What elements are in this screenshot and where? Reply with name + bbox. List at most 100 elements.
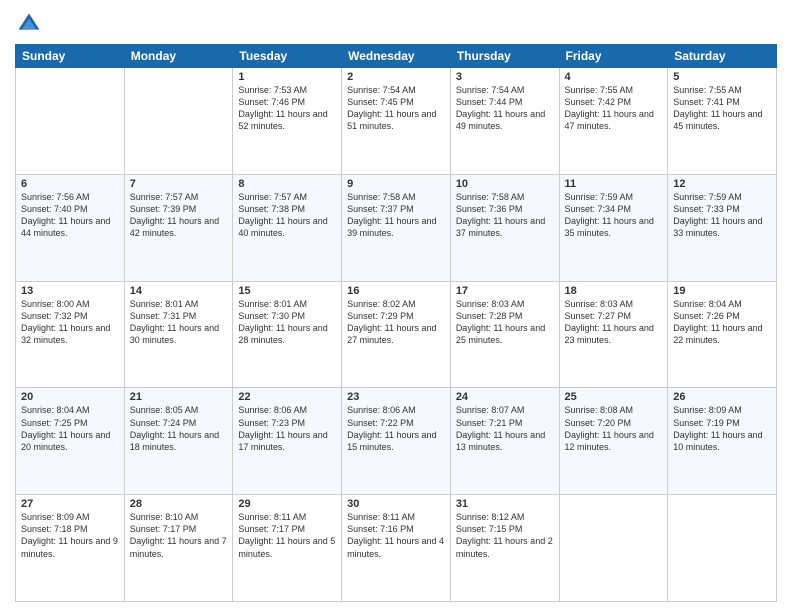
cell-content: Sunrise: 8:01 AM Sunset: 7:31 PM Dayligh… [130, 298, 228, 347]
day-number: 26 [673, 391, 771, 403]
cell-content: Sunrise: 8:06 AM Sunset: 7:23 PM Dayligh… [238, 404, 336, 453]
day-number: 16 [347, 285, 445, 297]
day-number: 7 [130, 178, 228, 190]
calendar-cell [668, 495, 777, 602]
calendar-cell: 29Sunrise: 8:11 AM Sunset: 7:17 PM Dayli… [233, 495, 342, 602]
cell-content: Sunrise: 8:09 AM Sunset: 7:18 PM Dayligh… [21, 511, 119, 560]
calendar-cell: 17Sunrise: 8:03 AM Sunset: 7:28 PM Dayli… [450, 281, 559, 388]
calendar-cell: 19Sunrise: 8:04 AM Sunset: 7:26 PM Dayli… [668, 281, 777, 388]
day-number: 23 [347, 391, 445, 403]
calendar-cell: 31Sunrise: 8:12 AM Sunset: 7:15 PM Dayli… [450, 495, 559, 602]
calendar-cell: 20Sunrise: 8:04 AM Sunset: 7:25 PM Dayli… [16, 388, 125, 495]
day-number: 29 [238, 498, 336, 510]
calendar-cell: 13Sunrise: 8:00 AM Sunset: 7:32 PM Dayli… [16, 281, 125, 388]
day-number: 21 [130, 391, 228, 403]
day-number: 19 [673, 285, 771, 297]
calendar-cell: 21Sunrise: 8:05 AM Sunset: 7:24 PM Dayli… [124, 388, 233, 495]
calendar-week-row: 1Sunrise: 7:53 AM Sunset: 7:46 PM Daylig… [16, 68, 777, 175]
day-number: 30 [347, 498, 445, 510]
day-number: 11 [565, 178, 663, 190]
cell-content: Sunrise: 7:55 AM Sunset: 7:42 PM Dayligh… [565, 84, 663, 133]
cell-content: Sunrise: 8:06 AM Sunset: 7:22 PM Dayligh… [347, 404, 445, 453]
cell-content: Sunrise: 8:09 AM Sunset: 7:19 PM Dayligh… [673, 404, 771, 453]
calendar-week-row: 20Sunrise: 8:04 AM Sunset: 7:25 PM Dayli… [16, 388, 777, 495]
calendar-week-row: 13Sunrise: 8:00 AM Sunset: 7:32 PM Dayli… [16, 281, 777, 388]
cell-content: Sunrise: 7:54 AM Sunset: 7:45 PM Dayligh… [347, 84, 445, 133]
day-number: 10 [456, 178, 554, 190]
calendar-cell: 9Sunrise: 7:58 AM Sunset: 7:37 PM Daylig… [342, 174, 451, 281]
calendar-cell: 2Sunrise: 7:54 AM Sunset: 7:45 PM Daylig… [342, 68, 451, 175]
day-number: 8 [238, 178, 336, 190]
calendar-cell: 7Sunrise: 7:57 AM Sunset: 7:39 PM Daylig… [124, 174, 233, 281]
day-number: 14 [130, 285, 228, 297]
cell-content: Sunrise: 8:11 AM Sunset: 7:16 PM Dayligh… [347, 511, 445, 560]
day-number: 28 [130, 498, 228, 510]
calendar-cell: 3Sunrise: 7:54 AM Sunset: 7:44 PM Daylig… [450, 68, 559, 175]
calendar-cell: 23Sunrise: 8:06 AM Sunset: 7:22 PM Dayli… [342, 388, 451, 495]
calendar-header-row: SundayMondayTuesdayWednesdayThursdayFrid… [16, 45, 777, 68]
cell-content: Sunrise: 8:03 AM Sunset: 7:28 PM Dayligh… [456, 298, 554, 347]
calendar-cell: 28Sunrise: 8:10 AM Sunset: 7:17 PM Dayli… [124, 495, 233, 602]
cell-content: Sunrise: 8:07 AM Sunset: 7:21 PM Dayligh… [456, 404, 554, 453]
weekday-header: Wednesday [342, 45, 451, 68]
cell-content: Sunrise: 8:12 AM Sunset: 7:15 PM Dayligh… [456, 511, 554, 560]
day-number: 27 [21, 498, 119, 510]
cell-content: Sunrise: 8:01 AM Sunset: 7:30 PM Dayligh… [238, 298, 336, 347]
calendar-cell: 26Sunrise: 8:09 AM Sunset: 7:19 PM Dayli… [668, 388, 777, 495]
page: SundayMondayTuesdayWednesdayThursdayFrid… [0, 0, 792, 612]
cell-content: Sunrise: 8:00 AM Sunset: 7:32 PM Dayligh… [21, 298, 119, 347]
calendar-cell [124, 68, 233, 175]
day-number: 6 [21, 178, 119, 190]
calendar-cell: 5Sunrise: 7:55 AM Sunset: 7:41 PM Daylig… [668, 68, 777, 175]
weekday-header: Thursday [450, 45, 559, 68]
calendar-cell [559, 495, 668, 602]
calendar-cell: 4Sunrise: 7:55 AM Sunset: 7:42 PM Daylig… [559, 68, 668, 175]
day-number: 17 [456, 285, 554, 297]
cell-content: Sunrise: 8:03 AM Sunset: 7:27 PM Dayligh… [565, 298, 663, 347]
calendar-cell: 11Sunrise: 7:59 AM Sunset: 7:34 PM Dayli… [559, 174, 668, 281]
day-number: 20 [21, 391, 119, 403]
day-number: 2 [347, 71, 445, 83]
calendar-cell: 22Sunrise: 8:06 AM Sunset: 7:23 PM Dayli… [233, 388, 342, 495]
calendar-cell: 16Sunrise: 8:02 AM Sunset: 7:29 PM Dayli… [342, 281, 451, 388]
day-number: 25 [565, 391, 663, 403]
cell-content: Sunrise: 8:08 AM Sunset: 7:20 PM Dayligh… [565, 404, 663, 453]
calendar-cell: 1Sunrise: 7:53 AM Sunset: 7:46 PM Daylig… [233, 68, 342, 175]
cell-content: Sunrise: 8:11 AM Sunset: 7:17 PM Dayligh… [238, 511, 336, 560]
cell-content: Sunrise: 7:56 AM Sunset: 7:40 PM Dayligh… [21, 191, 119, 240]
logo [15, 10, 45, 38]
calendar-cell: 8Sunrise: 7:57 AM Sunset: 7:38 PM Daylig… [233, 174, 342, 281]
calendar-week-row: 6Sunrise: 7:56 AM Sunset: 7:40 PM Daylig… [16, 174, 777, 281]
calendar-cell: 25Sunrise: 8:08 AM Sunset: 7:20 PM Dayli… [559, 388, 668, 495]
day-number: 13 [21, 285, 119, 297]
calendar-cell: 6Sunrise: 7:56 AM Sunset: 7:40 PM Daylig… [16, 174, 125, 281]
day-number: 31 [456, 498, 554, 510]
cell-content: Sunrise: 8:02 AM Sunset: 7:29 PM Dayligh… [347, 298, 445, 347]
cell-content: Sunrise: 8:04 AM Sunset: 7:25 PM Dayligh… [21, 404, 119, 453]
cell-content: Sunrise: 7:54 AM Sunset: 7:44 PM Dayligh… [456, 84, 554, 133]
weekday-header: Tuesday [233, 45, 342, 68]
weekday-header: Sunday [16, 45, 125, 68]
cell-content: Sunrise: 7:53 AM Sunset: 7:46 PM Dayligh… [238, 84, 336, 133]
calendar-cell: 18Sunrise: 8:03 AM Sunset: 7:27 PM Dayli… [559, 281, 668, 388]
cell-content: Sunrise: 8:05 AM Sunset: 7:24 PM Dayligh… [130, 404, 228, 453]
weekday-header: Saturday [668, 45, 777, 68]
cell-content: Sunrise: 7:57 AM Sunset: 7:39 PM Dayligh… [130, 191, 228, 240]
calendar-cell: 10Sunrise: 7:58 AM Sunset: 7:36 PM Dayli… [450, 174, 559, 281]
cell-content: Sunrise: 7:58 AM Sunset: 7:36 PM Dayligh… [456, 191, 554, 240]
day-number: 15 [238, 285, 336, 297]
day-number: 4 [565, 71, 663, 83]
cell-content: Sunrise: 7:59 AM Sunset: 7:33 PM Dayligh… [673, 191, 771, 240]
day-number: 22 [238, 391, 336, 403]
weekday-header: Monday [124, 45, 233, 68]
day-number: 24 [456, 391, 554, 403]
calendar-cell: 30Sunrise: 8:11 AM Sunset: 7:16 PM Dayli… [342, 495, 451, 602]
calendar-cell: 14Sunrise: 8:01 AM Sunset: 7:31 PM Dayli… [124, 281, 233, 388]
day-number: 3 [456, 71, 554, 83]
calendar-cell: 12Sunrise: 7:59 AM Sunset: 7:33 PM Dayli… [668, 174, 777, 281]
day-number: 18 [565, 285, 663, 297]
cell-content: Sunrise: 8:04 AM Sunset: 7:26 PM Dayligh… [673, 298, 771, 347]
header [15, 10, 777, 38]
day-number: 1 [238, 71, 336, 83]
cell-content: Sunrise: 7:57 AM Sunset: 7:38 PM Dayligh… [238, 191, 336, 240]
